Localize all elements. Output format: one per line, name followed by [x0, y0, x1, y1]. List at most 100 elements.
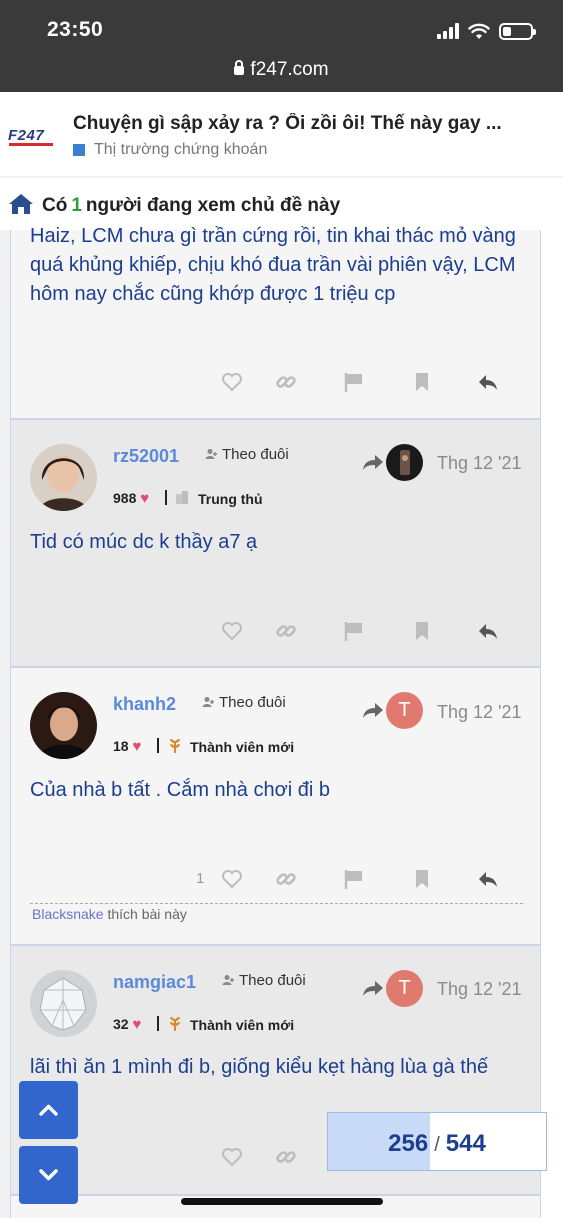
- heart-icon: ♥: [140, 490, 150, 507]
- flag-icon[interactable]: [342, 619, 366, 643]
- likes-divider: [30, 903, 523, 904]
- status-icons: [437, 19, 536, 43]
- person-plus-icon: [202, 697, 214, 707]
- reply-to-icon: [363, 981, 383, 996]
- user-rank: Thành viên mới: [190, 739, 295, 755]
- logo-underline: [9, 143, 53, 146]
- post-text: lãi thì ăn 1 mình đi b, giống kiểu kẹt h…: [30, 1056, 489, 1078]
- reply-icon[interactable]: [476, 370, 500, 394]
- status-time: 23:50: [47, 18, 104, 41]
- address-bar[interactable]: f247.com: [0, 58, 563, 92]
- chevron-up-icon: [39, 1104, 58, 1116]
- like-count[interactable]: 1: [196, 870, 204, 887]
- post-text: Của nhà b tất . Cắm nhà chơi đi b: [30, 779, 330, 801]
- topic-category[interactable]: Thị trường chứng khoán: [94, 141, 267, 159]
- user-rank: Thành viên mới: [190, 1017, 295, 1033]
- post-date[interactable]: Thg 12 '21: [437, 453, 522, 474]
- user-rank: Trung thủ: [198, 491, 263, 507]
- scroll-up-button[interactable]: [19, 1081, 78, 1139]
- divider: [165, 490, 167, 505]
- status-bar: 23:50: [0, 0, 563, 58]
- divider: [157, 1016, 159, 1031]
- heart-icon: ♥: [132, 1016, 142, 1033]
- follow-button[interactable]: Theo đuôi: [222, 972, 306, 989]
- progress-total: 544: [445, 1130, 486, 1157]
- viewer-suffix: người đang xem chủ đề này: [85, 195, 341, 216]
- avatar[interactable]: [30, 692, 97, 759]
- reply-to-icon: [363, 703, 383, 718]
- liker-username[interactable]: Blacksnake: [32, 906, 104, 922]
- username[interactable]: namgiac1: [113, 972, 196, 993]
- likes-received-count: 32: [113, 1016, 129, 1032]
- likes-received-count: 988: [113, 490, 137, 506]
- bookmark-icon[interactable]: [410, 619, 434, 643]
- avatar[interactable]: [30, 970, 97, 1037]
- likes-received: 988 ♥: [113, 490, 149, 507]
- heart-icon: ♥: [132, 738, 142, 755]
- home-indicator[interactable]: [181, 1198, 383, 1205]
- liked-by: Blacksnake thích bài này: [32, 906, 187, 922]
- sprout-rank-icon: [170, 739, 180, 753]
- post-1-actions: [220, 370, 510, 394]
- post-3-actions: [220, 867, 510, 891]
- viewer-count: 1: [71, 195, 82, 216]
- heart-icon[interactable]: [220, 619, 244, 643]
- topic-title[interactable]: Chuyện gì sập xảy ra ? Ối zồi ôi! Thế nà…: [73, 113, 533, 135]
- link-icon[interactable]: [274, 867, 298, 891]
- follow-label: Theo đuôi: [222, 446, 289, 463]
- viewer-prefix: Có: [42, 195, 68, 216]
- flag-icon[interactable]: [342, 867, 366, 891]
- reply-to-avatar[interactable]: T: [386, 970, 423, 1007]
- logo-text: F247: [8, 127, 45, 144]
- chevron-down-icon: [39, 1169, 58, 1181]
- reply-to-avatar[interactable]: [386, 444, 423, 481]
- link-icon[interactable]: [274, 1145, 298, 1169]
- url-display[interactable]: f247.com: [0, 59, 563, 81]
- username[interactable]: khanh2: [113, 694, 176, 715]
- cellular-signal-icon: [437, 23, 459, 39]
- liked-by-text: thích bài này: [107, 906, 187, 922]
- progress-text: 256/544: [328, 1130, 546, 1158]
- person-plus-icon: [222, 975, 234, 985]
- post-text: Tid có múc dc k thầy a7 ạ: [30, 531, 258, 553]
- scroll-down-button[interactable]: [19, 1146, 78, 1204]
- likes-received: 32 ♥: [113, 1016, 141, 1033]
- likes-received-count: 18: [113, 738, 129, 754]
- follow-label: Theo đuôi: [219, 694, 286, 711]
- divider: [157, 738, 159, 753]
- reply-to-avatar[interactable]: T: [386, 692, 423, 729]
- link-icon[interactable]: [274, 619, 298, 643]
- post-1-text: Haiz, LCM chưa gì trần cứng rồi, tin kha…: [30, 225, 516, 305]
- link-icon[interactable]: [274, 370, 298, 394]
- reply-to-icon: [363, 455, 383, 470]
- wifi-icon: [468, 23, 490, 39]
- home-icon[interactable]: [8, 193, 34, 215]
- progress-slash: /: [434, 1134, 440, 1156]
- sprout-rank-icon: [170, 1017, 180, 1031]
- username[interactable]: rz52001: [113, 446, 179, 467]
- topic-progress[interactable]: 256/544: [327, 1112, 547, 1171]
- heart-icon[interactable]: [220, 867, 244, 891]
- post-4-actions: [220, 1145, 320, 1169]
- heart-icon[interactable]: [220, 1145, 244, 1169]
- bookmark-icon[interactable]: [410, 370, 434, 394]
- likes-received: 18 ♥: [113, 738, 141, 755]
- bookmark-icon[interactable]: [410, 867, 434, 891]
- rank-icon: [176, 491, 188, 504]
- site-logo[interactable]: F247: [8, 127, 58, 147]
- flag-icon[interactable]: [342, 370, 366, 394]
- page: 23:50 f247.com F247 Chuyện gì sập xảy ra…: [0, 0, 563, 1218]
- reply-icon[interactable]: [476, 867, 500, 891]
- post-date[interactable]: Thg 12 '21: [437, 979, 522, 1000]
- follow-button[interactable]: Theo đuôi: [205, 446, 289, 463]
- follow-button[interactable]: Theo đuôi: [202, 694, 286, 711]
- battery-icon: [499, 22, 536, 40]
- category-color-badge: [73, 144, 85, 156]
- person-plus-icon: [205, 449, 217, 459]
- avatar[interactable]: [30, 444, 97, 511]
- lock-icon: [234, 60, 245, 75]
- heart-icon[interactable]: [220, 370, 244, 394]
- timeline-rail: [541, 230, 563, 1218]
- post-date[interactable]: Thg 12 '21: [437, 702, 522, 723]
- reply-icon[interactable]: [476, 619, 500, 643]
